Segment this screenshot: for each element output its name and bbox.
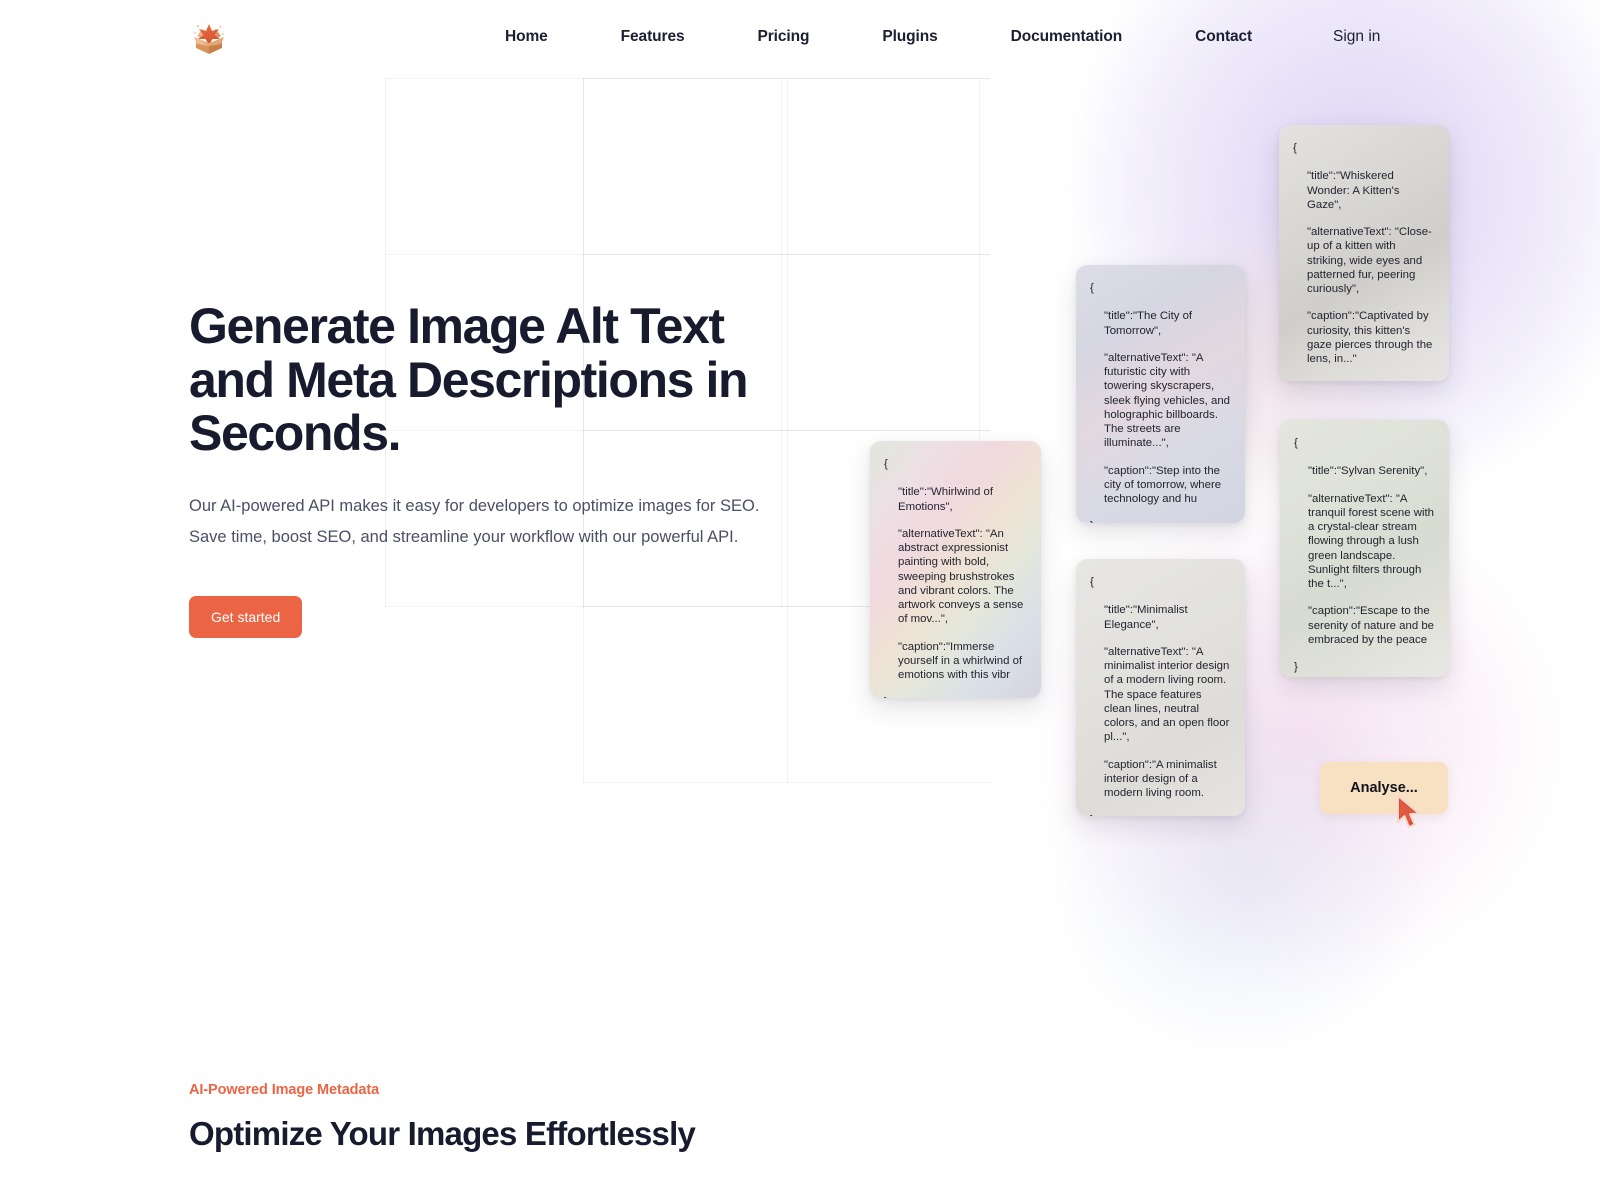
json-title-line: "title":"Minimalist Elegance", [1104,604,1188,631]
sign-in-link[interactable]: Sign in [1333,28,1380,46]
nav-link-contact[interactable]: Contact [1122,28,1252,46]
json-card-whirlwind-of-emotions[interactable]: { "title":"Whirlwind of Emotions", "alte… [870,441,1041,698]
section-eyebrow: AI-Powered Image Metadata [189,1082,380,1098]
primary-navigation: Home Features Pricing Plugins Documentat… [480,28,1252,46]
json-card-minimalist-elegance[interactable]: { "title":"Minimalist Elegance", "altern… [1076,559,1245,816]
nav-link-features[interactable]: Features [548,28,685,46]
nav-link-plugins[interactable]: Plugins [809,28,937,46]
json-caption-line: "caption":"Step into the city of tomorro… [1104,464,1222,506]
json-caption-line: "caption":"A minimalist interior design … [1104,758,1217,800]
json-alternative-text-line: "alternativeText": "An abstract expressi… [898,527,1024,626]
get-started-button[interactable]: Get started [189,596,303,639]
json-title-line: "title":"Sylvan Serenity", [1308,465,1428,478]
site-header: Home Features Pricing Plugins Documentat… [0,0,1600,80]
json-title-line: "title":"Whirlwind of Emotions", [898,486,994,513]
json-open-brace: { [1293,142,1297,154]
json-close-brace: } [1090,813,1231,816]
mouse-pointer-icon [1396,795,1426,834]
json-card-city-of-tomorrow[interactable]: { "title":"The City of Tomorrow", "alter… [1076,265,1245,523]
json-caption-line: "caption":"Immerse yourself in a whirlwi… [898,640,1023,682]
open-box-icon [194,24,224,54]
page-title: Generate Image Alt Text and Meta Descrip… [189,298,749,461]
nav-item-contact: Contact [1122,28,1252,46]
json-close-brace: } [884,695,1027,698]
nav-item-features: Features [548,28,685,46]
nav-item-plugins: Plugins [809,28,937,46]
json-close-brace: } [1294,661,1298,673]
nav-item-pricing: Pricing [684,28,809,46]
json-title-line: "title":"The City of Tomorrow", [1104,310,1193,337]
nav-link-pricing[interactable]: Pricing [684,28,809,46]
json-open-brace: { [1090,576,1094,588]
json-caption-line: "caption":"Escape to the serenity of nat… [1308,605,1435,646]
json-open-brace: { [1090,282,1094,294]
nav-link-documentation[interactable]: Documentation [938,28,1123,46]
nav-link-home[interactable]: Home [480,28,548,46]
json-title-line: "title":"Whiskered Wonder: A Kitten's Ga… [1307,170,1400,211]
json-close-brace: } [1090,519,1231,523]
json-card-kitten[interactable]: { "title":"Whiskered Wonder: A Kitten's … [1279,125,1449,381]
json-alternative-text-line: "alternativeText": "A minimalist interio… [1104,645,1230,744]
hero-subtitle: Our AI-powered API makes it easy for dev… [189,496,760,547]
json-open-brace: { [884,458,888,470]
json-open-brace: { [1294,437,1298,449]
section-title: Optimize Your Images Effortlessly [189,1115,696,1152]
json-close-brace: } [1293,379,1435,381]
json-card-sylvan-serenity[interactable]: { "title":"Sylvan Serenity", "alternativ… [1280,420,1449,677]
logo-open-box-icon[interactable] [189,20,229,60]
nav-item-documentation: Documentation [938,28,1123,46]
nav-item-home: Home [480,28,548,46]
json-caption-line: "caption":"Captivated by curiosity, this… [1307,310,1433,365]
json-alternative-text-line: "alternativeText": "A tranquil forest sc… [1308,492,1434,591]
json-alternative-text-line: "alternativeText": "Close-up of a kitten… [1307,226,1432,295]
hero-section: Generate Image Alt Text and Meta Descrip… [189,298,849,639]
json-alternative-text-line: "alternativeText": "A futuristic city wi… [1104,351,1230,450]
analyse-button[interactable]: Analyse... [1320,762,1448,814]
features-intro-section: AI-Powered Image Metadata Optimize Your … [189,1082,696,1153]
